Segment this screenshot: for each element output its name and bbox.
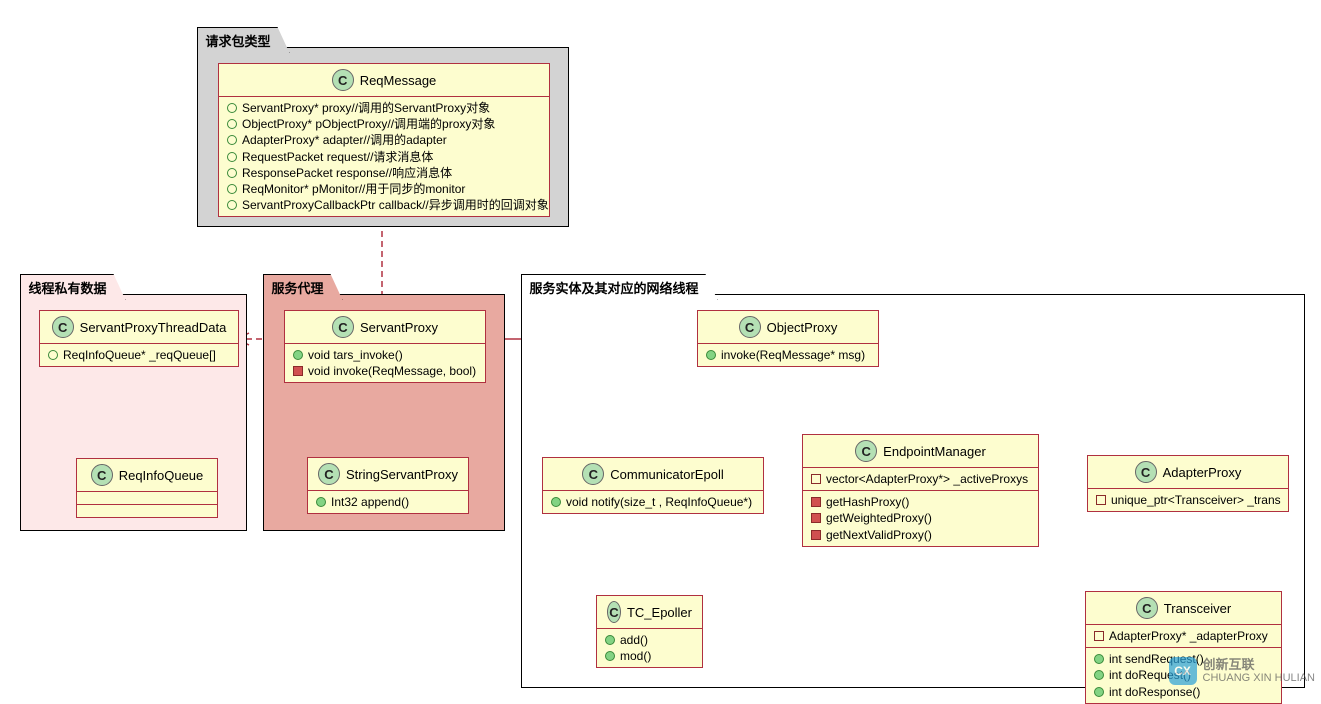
class-reqmessage: C ReqMessage ServantProxy* proxy//调用的Ser… — [218, 63, 550, 217]
class-header: C AdapterProxy — [1088, 456, 1288, 489]
visibility-icon — [1094, 687, 1104, 697]
visibility-icon — [227, 200, 237, 210]
class-methods: Int32 append() — [308, 491, 468, 513]
package-tab: 线程私有数据 — [20, 274, 126, 300]
package-service-entity: 服务实体及其对应的网络线程 C ObjectProxy invoke(ReqMe… — [521, 294, 1305, 688]
class-empty-section — [77, 491, 217, 504]
class-icon: C — [582, 463, 604, 485]
visibility-icon — [1094, 654, 1104, 664]
class-fields: unique_ptr<Transceiver> _trans — [1088, 489, 1288, 511]
class-methods: getHashProxy() getWeightedProxy() getNex… — [803, 490, 1038, 546]
package-thread-private-data: 线程私有数据 C ServantProxyThreadData ReqInfoQ… — [20, 294, 247, 531]
class-header: C Transceiver — [1086, 592, 1281, 625]
class-name: ServantProxyThreadData — [80, 320, 227, 335]
package-title: 线程私有数据 — [29, 281, 107, 296]
visibility-icon — [227, 119, 237, 129]
class-servantproxy: C ServantProxy void tars_invoke() void i… — [284, 310, 486, 383]
visibility-icon — [811, 513, 821, 523]
class-icon: C — [318, 463, 340, 485]
class-icon: C — [1135, 461, 1157, 483]
class-icon: C — [607, 601, 621, 623]
visibility-icon — [1096, 495, 1106, 505]
class-icon: C — [91, 464, 113, 486]
visibility-icon — [551, 497, 561, 507]
visibility-icon — [293, 350, 303, 360]
class-header: C StringServantProxy — [308, 458, 468, 491]
visibility-icon — [605, 651, 615, 661]
class-servantproxythreaddata: C ServantProxyThreadData ReqInfoQueue* _… — [39, 310, 239, 367]
visibility-icon — [227, 135, 237, 145]
visibility-icon — [1094, 670, 1104, 680]
class-empty-section — [77, 504, 217, 517]
class-fields: vector<AdapterProxy*> _activeProxys — [803, 468, 1038, 490]
package-title: 服务实体及其对应的网络线程 — [530, 281, 699, 296]
visibility-icon — [811, 497, 821, 507]
watermark-text: 创新互联 CHUANG XIN HULIAN — [1203, 658, 1315, 684]
visibility-icon — [706, 350, 716, 360]
class-fields: AdapterProxy* _adapterProxy — [1086, 625, 1281, 647]
class-icon: C — [1136, 597, 1158, 619]
watermark-logo-icon: CX — [1169, 657, 1197, 685]
class-name: StringServantProxy — [346, 467, 458, 482]
package-title: 请求包类型 — [206, 34, 271, 49]
class-name: EndpointManager — [883, 444, 986, 459]
class-communicatorepoll: C CommunicatorEpoll void notify(size_t ,… — [542, 457, 764, 514]
class-icon: C — [739, 316, 761, 338]
visibility-icon — [316, 497, 326, 507]
class-fields: ReqInfoQueue* _reqQueue[] — [40, 344, 238, 366]
package-service-proxy: 服务代理 C ServantProxy void tars_invoke() v… — [263, 294, 505, 531]
class-icon: C — [855, 440, 877, 462]
visibility-icon — [48, 350, 58, 360]
class-header: C ReqMessage — [219, 64, 549, 97]
visibility-icon — [293, 366, 303, 376]
class-icon: C — [332, 69, 354, 91]
visibility-icon — [227, 184, 237, 194]
class-name: ServantProxy — [360, 320, 438, 335]
class-header: C ObjectProxy — [698, 311, 878, 344]
class-fields: ServantProxy* proxy//调用的ServantProxy对象 O… — [219, 97, 549, 216]
class-name: Transceiver — [1164, 601, 1231, 616]
class-methods: void tars_invoke() void invoke(ReqMessag… — [285, 344, 485, 382]
class-header: C CommunicatorEpoll — [543, 458, 763, 491]
class-header: C TC_Epoller — [597, 596, 702, 629]
watermark: CX 创新互联 CHUANG XIN HULIAN — [1169, 657, 1315, 685]
class-adapterproxy: C AdapterProxy unique_ptr<Transceiver> _… — [1087, 455, 1289, 512]
package-tab: 服务实体及其对应的网络线程 — [521, 274, 718, 300]
class-icon: C — [52, 316, 74, 338]
visibility-icon — [227, 152, 237, 162]
class-name: ReqInfoQueue — [119, 468, 204, 483]
package-title: 服务代理 — [272, 281, 324, 296]
visibility-icon — [227, 103, 237, 113]
visibility-icon — [811, 530, 821, 540]
visibility-icon — [811, 474, 821, 484]
class-icon: C — [332, 316, 354, 338]
class-header: C ServantProxy — [285, 311, 485, 344]
class-name: ObjectProxy — [767, 320, 838, 335]
class-methods: add() mod() — [597, 629, 702, 667]
package-tab: 服务代理 — [263, 274, 343, 300]
class-stringservantproxy: C StringServantProxy Int32 append() — [307, 457, 469, 514]
class-name: ReqMessage — [360, 73, 437, 88]
class-methods: invoke(ReqMessage* msg) — [698, 344, 878, 366]
visibility-icon — [605, 635, 615, 645]
class-name: AdapterProxy — [1163, 465, 1242, 480]
class-endpointmanager: C EndpointManager vector<AdapterProxy*> … — [802, 434, 1039, 547]
class-methods: void notify(size_t , ReqInfoQueue*) — [543, 491, 763, 513]
visibility-icon — [1094, 631, 1104, 641]
class-transceiver: C Transceiver AdapterProxy* _adapterProx… — [1085, 591, 1282, 704]
visibility-icon — [227, 168, 237, 178]
class-header: C ReqInfoQueue — [77, 459, 217, 491]
class-objectproxy: C ObjectProxy invoke(ReqMessage* msg) — [697, 310, 879, 367]
package-tab: 请求包类型 — [197, 27, 290, 53]
class-name: CommunicatorEpoll — [610, 467, 723, 482]
class-reqinfoqueue: C ReqInfoQueue — [76, 458, 218, 518]
class-header: C EndpointManager — [803, 435, 1038, 468]
package-request-type: 请求包类型 C ReqMessage ServantProxy* proxy//… — [197, 47, 569, 227]
class-header: C ServantProxyThreadData — [40, 311, 238, 344]
class-tcepoller: C TC_Epoller add() mod() — [596, 595, 703, 668]
class-name: TC_Epoller — [627, 605, 692, 620]
